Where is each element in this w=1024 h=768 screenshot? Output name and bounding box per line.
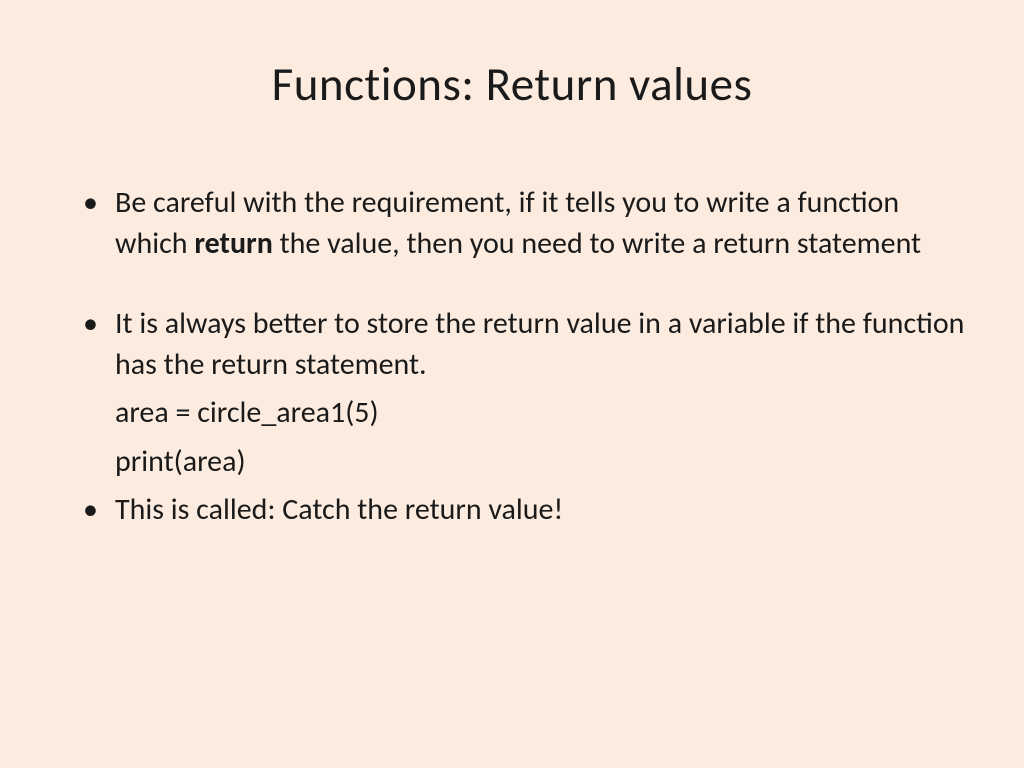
bullet-item: It is always better to store the return …	[75, 304, 969, 385]
code-line: print(area)	[75, 442, 969, 483]
slide-title: Functions: Return values	[55, 55, 969, 113]
code-text: print(area)	[115, 443, 246, 480]
bullet-text-post: the value, then you need to write a retu…	[273, 225, 921, 262]
slide-content: Be careful with the requirement, if it t…	[55, 183, 969, 531]
bullet-item: This is called: Catch the return value!	[75, 490, 969, 531]
bullet-text: This is called: Catch the return value!	[115, 491, 563, 528]
bullet-text-bold: return	[194, 225, 273, 262]
code-text: area = circle_area1(5)	[115, 394, 379, 431]
code-line: area = circle_area1(5)	[75, 393, 969, 434]
bullet-text: It is always better to store the return …	[115, 305, 964, 383]
bullet-item: Be careful with the requirement, if it t…	[75, 183, 969, 264]
bullet-list: Be careful with the requirement, if it t…	[75, 183, 969, 531]
